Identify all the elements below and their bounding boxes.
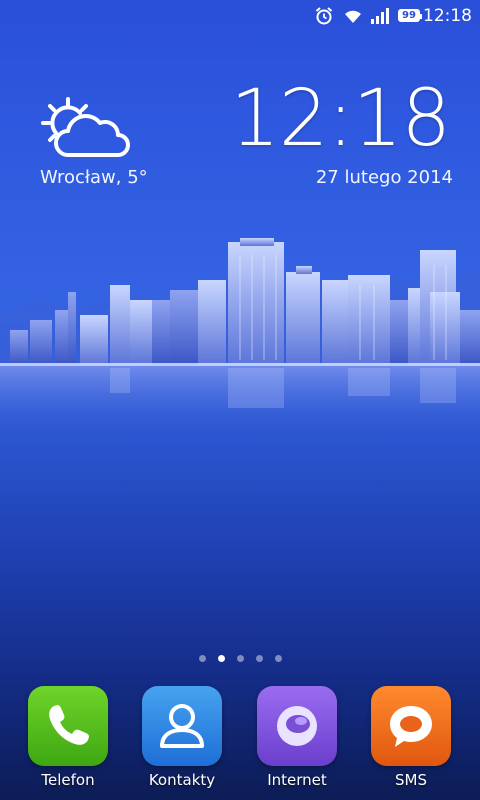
sms-app-icon[interactable]	[371, 686, 451, 766]
phone-app-icon[interactable]	[28, 686, 108, 766]
wifi-icon	[345, 10, 361, 23]
app-kontakty[interactable]: Kontakty	[127, 686, 237, 789]
page-dot-2-active[interactable]	[217, 655, 225, 662]
clock-widget-date[interactable]: 27 lutego 2014	[316, 167, 453, 188]
app-internet[interactable]: Internet	[242, 686, 352, 789]
page-dot-1[interactable]	[198, 655, 206, 662]
page-dot-5[interactable]	[274, 655, 282, 662]
browser-icon	[277, 706, 317, 746]
app-label-telefon: Telefon	[41, 771, 95, 789]
page-dot-3[interactable]	[236, 655, 244, 662]
contacts-app-icon[interactable]	[142, 686, 222, 766]
page-indicator[interactable]	[0, 655, 480, 662]
contacts-icon	[160, 704, 204, 748]
partly-cloudy-icon[interactable]	[38, 95, 130, 161]
battery-icon: 99	[398, 9, 422, 22]
signal-icon	[371, 8, 389, 24]
phone-icon	[49, 705, 89, 745]
app-label-sms: SMS	[395, 771, 427, 789]
wallpaper-skyline	[0, 238, 480, 440]
app-dock: Telefon Kontakty Internet SMS	[0, 686, 480, 800]
app-label-internet: Internet	[267, 771, 327, 789]
app-label-kontakty: Kontakty	[148, 771, 216, 789]
page-dot-4[interactable]	[255, 655, 263, 662]
app-telefon[interactable]: Telefon	[13, 686, 123, 789]
weather-location[interactable]: Wrocław, 5°	[40, 167, 148, 188]
sms-icon	[390, 706, 432, 747]
status-clock: 12:18	[423, 6, 472, 26]
app-sms[interactable]: SMS	[356, 686, 466, 789]
status-bar: 99 12:18	[0, 0, 480, 32]
alarm-icon	[315, 7, 333, 25]
browser-app-icon[interactable]	[257, 686, 337, 766]
clock-widget-time[interactable]: 12:18	[230, 80, 451, 158]
